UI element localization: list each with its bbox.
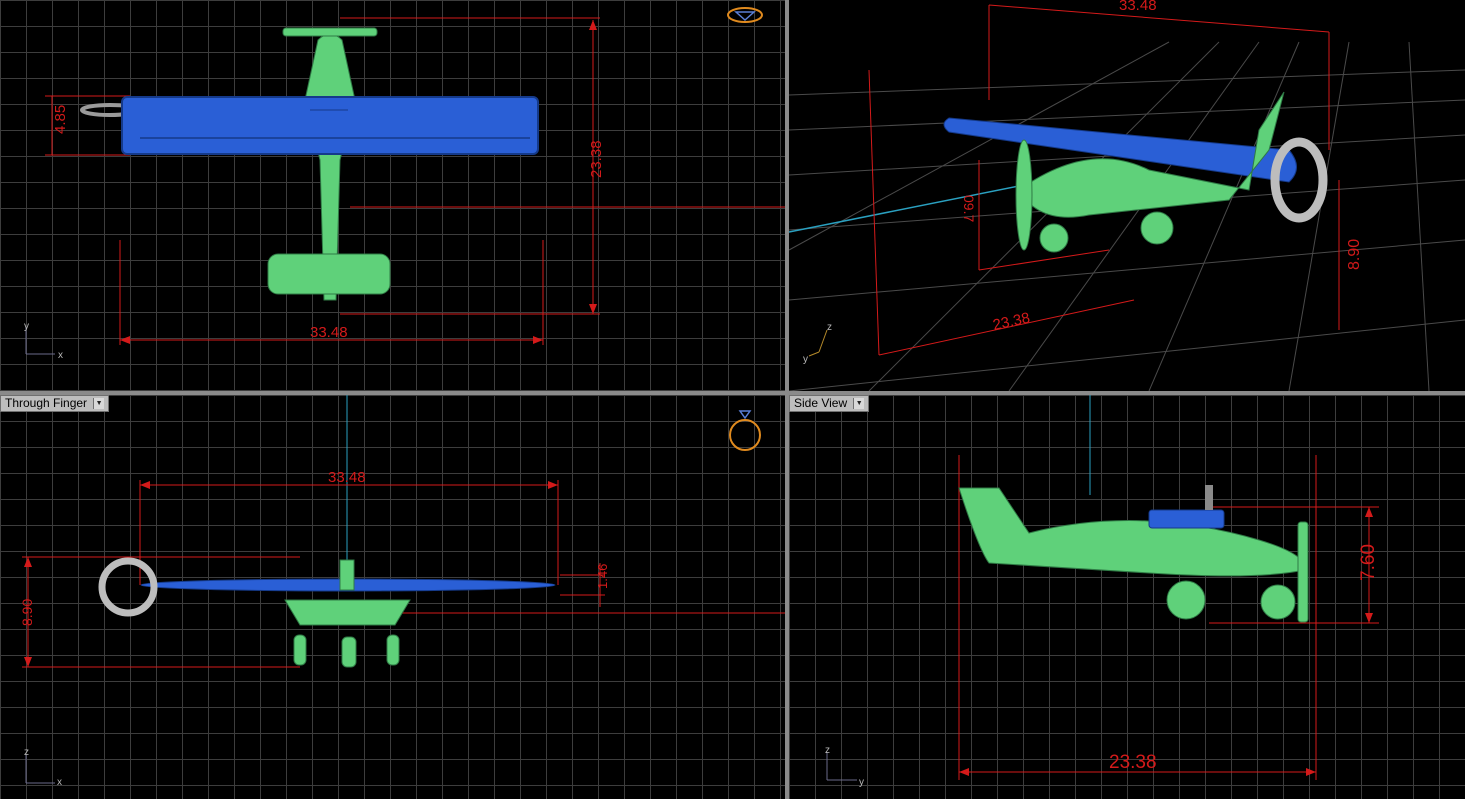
wheel-shape [1260,584,1296,620]
gem-view-icon[interactable] [726,6,764,24]
dim-length: 23.38 [588,140,605,178]
dim-height: 8.90 [1346,239,1363,270]
wing-shape [121,96,539,155]
wheel-shape [1039,223,1069,253]
dim-wing-height: 09.7 [961,195,977,222]
wheel-shape [341,636,357,668]
viewport-top[interactable]: 4.85 23.38 33.48 x y [0,0,785,391]
dim-length: 23.38 [1109,752,1157,773]
top-view-drawing: 4.85 23.38 33.48 x y [24,17,785,361]
dim-width: 33.48 [1119,0,1157,14]
dim-offset: 1.46 [595,564,610,589]
axis-x-label: x [58,350,63,361]
axis-z-label: z [827,322,832,333]
viewport-front[interactable]: Through Finger ▼ 33.48 8.90 1.46 x z [0,395,785,799]
viewport-side[interactable]: Side View ▼ 23.38 7.60 y z [789,395,1465,799]
axis-y-label: y [859,777,864,788]
tail-shape [267,253,391,295]
dim-height: 7.60 [1358,544,1379,581]
ring-shape [98,557,158,617]
ring-shape [1205,485,1213,510]
viewport-perspective[interactable]: 33.48 23.38 8.90 09.7 z y [789,0,1465,391]
wheel-shape [1166,580,1206,620]
wing-shape [1148,509,1225,529]
propeller-shape [1015,139,1033,251]
dim-wing-depth: 4.85 [52,105,69,134]
axis-z-label: z [24,747,29,758]
propeller-shape [282,27,378,37]
viewport-separator-horizontal[interactable] [0,391,1465,395]
axis-y-label: y [803,354,808,365]
dim-width: 33.48 [310,324,348,341]
dim-height: 8.90 [19,599,35,626]
side-view-drawing: 23.38 7.60 y z [825,395,1379,788]
axis-y-label: y [24,321,29,332]
dim-width: 33.48 [328,469,366,486]
propeller-shape [1297,521,1309,623]
perspective-drawing: 33.48 23.38 8.90 09.7 z y [789,0,1465,391]
dim-length: 23.38 [991,309,1031,333]
fuselage-shape [339,559,355,591]
front-view-drawing: 33.48 8.90 1.46 x z [19,395,785,788]
wheel-shape [386,634,400,666]
fuselage-shape [958,487,1305,577]
axis-x-label: x [57,777,62,788]
fuselage-shape [284,599,411,626]
axis-z-label: z [825,745,830,756]
ring-view-icon[interactable] [726,405,766,453]
wheel-shape [293,634,307,666]
viewport-separator-vertical[interactable] [785,0,789,799]
wheel-shape [1140,211,1174,245]
